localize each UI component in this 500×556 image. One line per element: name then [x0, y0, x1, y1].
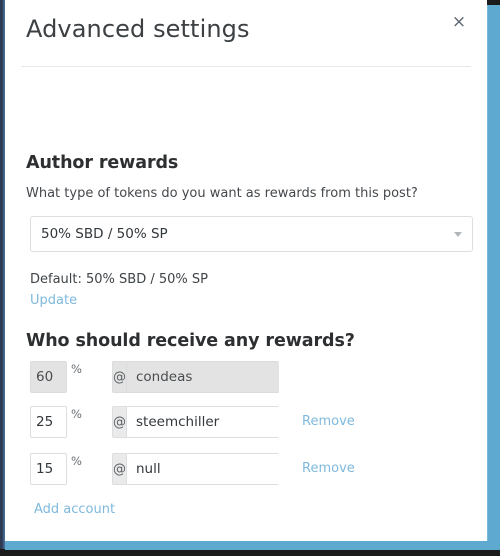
- default-reward-note: Default: 50% SBD / 50% SP: [30, 272, 208, 287]
- percent-symbol-label: %: [71, 362, 82, 376]
- reward-type-select-wrapper: 50% SBD / 50% SP: [30, 216, 473, 252]
- at-symbol-icon: @: [112, 406, 127, 438]
- reward-type-select[interactable]: 50% SBD / 50% SP: [30, 216, 473, 252]
- section-title-beneficiaries: Who should receive any rewards?: [26, 331, 355, 351]
- advanced-settings-dialog: Advanced settings × Author rewards What …: [5, 0, 487, 541]
- at-symbol-icon: @: [112, 453, 127, 485]
- page-title: Advanced settings: [26, 15, 250, 43]
- remove-beneficiary-link[interactable]: Remove: [302, 413, 355, 431]
- window-frame-bottom: [5, 541, 500, 550]
- add-account-link[interactable]: Add account: [34, 501, 115, 519]
- beneficiary-account-input[interactable]: [127, 406, 279, 438]
- beneficiary-percent-input[interactable]: [30, 406, 67, 438]
- beneficiary-account-input[interactable]: [127, 361, 279, 393]
- reward-type-selected-value: 50% SBD / 50% SP: [41, 226, 168, 242]
- window-frame-right: [487, 0, 500, 549]
- beneficiary-percent-input[interactable]: [30, 453, 67, 485]
- percent-symbol-label: %: [71, 407, 82, 421]
- beneficiary-account-input[interactable]: [127, 453, 279, 485]
- chevron-down-icon: [454, 232, 462, 237]
- window-frame-shadow: [0, 550, 500, 556]
- author-rewards-question: What type of tokens do you want as rewar…: [26, 186, 418, 201]
- percent-symbol-label: %: [71, 454, 82, 468]
- beneficiary-account-group: @: [112, 361, 279, 393]
- header-divider: [21, 66, 471, 67]
- at-symbol-icon: @: [112, 361, 127, 393]
- update-link[interactable]: Update: [30, 292, 77, 310]
- window-frame-corner: [487, 0, 500, 5]
- remove-beneficiary-link[interactable]: Remove: [302, 460, 355, 478]
- section-title-author-rewards: Author rewards: [26, 153, 179, 173]
- beneficiary-account-group: @: [112, 453, 279, 485]
- beneficiary-percent-input[interactable]: [30, 361, 67, 393]
- close-icon[interactable]: ×: [447, 10, 471, 34]
- screenshot-viewport: Advanced settings × Author rewards What …: [0, 0, 500, 556]
- dialog-header: Advanced settings ×: [5, 0, 487, 68]
- beneficiary-account-group: @: [112, 406, 279, 438]
